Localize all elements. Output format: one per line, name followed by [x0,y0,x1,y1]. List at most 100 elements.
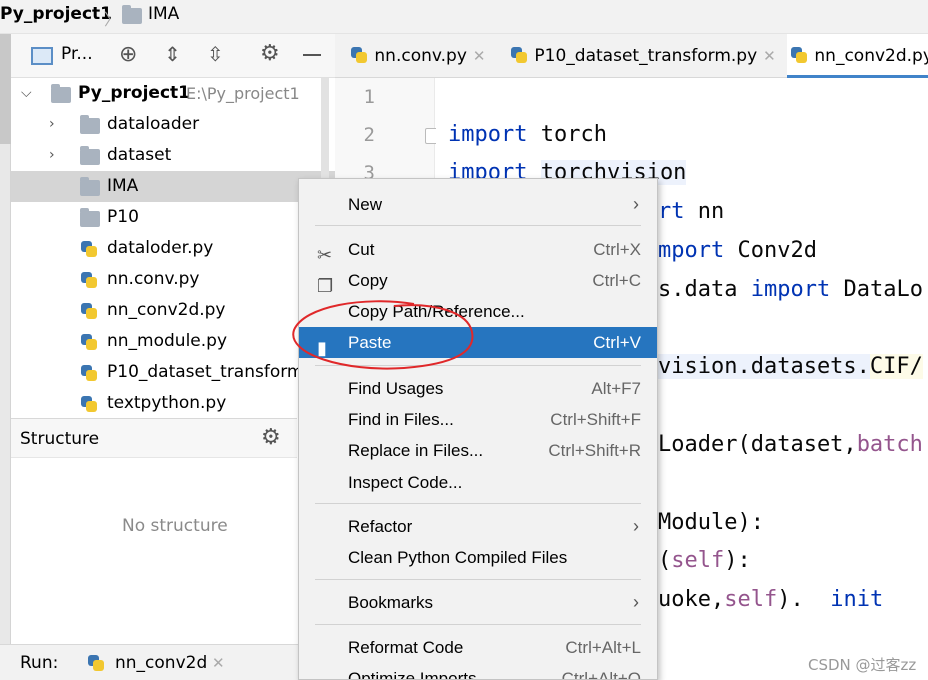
code-token: import [448,122,528,147]
tree-root-path: E:\Py_project1 [186,84,300,103]
editor-tabs: nn.conv.py ✕ P10_dataset_transform.py ✕ nn… [335,34,928,78]
menu-item-replace-in-files[interactable]: Replace in Files... Ctrl+Shift+R [299,435,657,466]
code-token: CIF/ [869,354,923,379]
run-config-tab[interactable]: nn_conv2d [115,653,207,673]
tree-item-dataset[interactable]: › dataset [11,140,335,171]
tree-item-p10[interactable]: P10 [11,202,335,233]
menu-item-reformat-code[interactable]: Reformat Code Ctrl+Alt+L [299,632,657,663]
python-file-icon [79,239,99,259]
tab-nn-conv[interactable]: nn.conv.py ✕ [349,34,485,78]
code-token: Conv2d [737,238,817,263]
python-file-icon [86,653,106,673]
tree-item-label: dataloader [107,114,200,134]
menu-separator [315,225,641,226]
menu-item-label: Clean Python Compiled Files [348,548,568,567]
folder-icon [80,115,100,134]
line-number: 1 [363,86,375,108]
close-icon[interactable]: ✕ [473,47,486,65]
menu-item-shortcut: Ctrl+Shift+R [548,441,641,460]
menu-item-label: Optimize Imports [348,669,477,680]
gear-icon[interactable]: ⚙ [261,425,281,450]
folder-icon [80,146,100,165]
code-token: batch [856,432,923,457]
code-line: Loader(dataset,batch [658,432,923,457]
gear-icon[interactable]: ⚙ [260,41,280,66]
menu-item-bookmarks[interactable]: Bookmarks › [299,587,657,618]
menu-item-inspect-code[interactable]: Inspect Code... [299,467,657,498]
menu-item-shortcut: Ctrl+C [592,271,641,290]
code-token: mport [658,238,725,263]
python-file-icon [509,45,529,65]
menu-item-label: Reformat Code [348,638,464,657]
code-token: ). [777,587,804,612]
menu-item-clean-python[interactable]: Clean Python Compiled Files [299,542,657,573]
chevron-right-icon[interactable]: › [49,109,55,140]
run-label: Run: [20,653,59,673]
tree-item-dataloder-py[interactable]: dataloder.py [11,233,335,264]
code-token: vision.datasets. [658,354,870,379]
code-token: self [671,548,725,573]
run-bar: Run: nn_conv2d ✕ [0,644,340,680]
menu-item-label: Bookmarks [348,593,434,612]
tree-item-dataloader[interactable]: › dataloader [11,109,335,140]
menu-item-cut[interactable]: ✂ Cut Ctrl+X [299,234,657,265]
menu-item-new[interactable]: New › [299,189,657,220]
chevron-down-icon[interactable]: ⌵ [21,78,32,109]
tab-nn-conv2d[interactable]: nn_conv2d.py [787,34,928,78]
locate-icon[interactable]: ⊕ [119,42,137,67]
code-line: (self): [658,548,751,573]
tree-item-label: nn_conv2d.py [107,300,226,320]
menu-item-find-usages[interactable]: Find Usages Alt+F7 [299,373,657,404]
code-line: rt nn [658,199,724,224]
menu-item-label: Inspect Code... [348,473,463,492]
menu-item-label: Copy [348,271,388,290]
tree-item-label: IMA [107,176,139,196]
tab-p10-dataset-transform[interactable]: P10_dataset_transform.py ✕ [509,34,776,78]
tree-item-label: textpython.py [107,393,227,413]
project-panel-title[interactable]: Pr... [61,44,93,64]
menu-item-label: Cut [348,240,375,259]
tree-item-nn-conv-py[interactable]: nn.conv.py [11,264,335,295]
menu-item-shortcut: Ctrl+Alt+L [565,638,641,657]
breadcrumb-folder[interactable]: IMA [148,4,179,24]
menu-item-find-in-files[interactable]: Find in Files... Ctrl+Shift+F [299,404,657,435]
menu-item-copy[interactable]: ❐ Copy Ctrl+C [299,265,657,296]
watermark: CSDN @过客zz [808,656,917,674]
tree-root[interactable]: ⌵ Py_project1 E:\Py_project1 [11,78,335,109]
folder-icon [80,177,100,196]
expand-all-icon[interactable]: ⇕ [164,42,181,66]
line-number: 2 [363,124,375,146]
tree-item-p10-dataset-transform-py[interactable]: P10_dataset_transform.py [11,357,301,388]
chevron-right-icon[interactable]: › [49,140,55,171]
breadcrumb: Py_project1 〉 IMA [0,0,928,34]
tree-item-label: P10 [107,207,139,227]
python-file-icon [349,45,369,65]
menu-item-label: Find in Files... [348,410,454,429]
project-view-icon[interactable] [31,47,53,65]
menu-item-label: Replace in Files... [348,441,484,460]
tool-window-strip[interactable] [0,34,11,644]
python-file-icon [789,45,809,65]
menu-item-optimize-imports[interactable]: Optimize Imports Ctrl+Alt+O [299,663,657,680]
close-icon[interactable]: ✕ [763,47,776,65]
code-line: vision.datasets.CIF/ [658,354,923,379]
folder-icon [80,208,100,227]
python-file-icon [79,332,99,352]
close-icon[interactable]: ✕ [212,654,225,672]
tree-item-ima[interactable]: IMA [11,171,335,202]
breadcrumb-project[interactable]: Py_project1 [0,4,112,24]
code-line: import torch [448,122,607,147]
python-file-icon [79,301,99,321]
annotation-circle [292,300,474,370]
menu-item-refactor[interactable]: Refactor › [299,511,657,542]
menu-item-shortcut: Alt+F7 [591,379,641,398]
tree-item-label: nn_module.py [107,331,228,351]
project-toolbar: Pr... ⊕ ⇕ ⇳ ⚙ [11,34,335,78]
collapse-all-icon[interactable]: ⇳ [207,42,224,66]
menu-item-shortcut: Ctrl+Alt+O [561,669,641,680]
tree-item-textpython-py[interactable]: textpython.py [11,388,335,413]
tree-item-label: dataset [107,145,172,165]
minimize-icon[interactable] [303,54,321,56]
code-line: s.data import DataLo [658,277,923,302]
structure-title[interactable]: Structure [20,429,99,449]
